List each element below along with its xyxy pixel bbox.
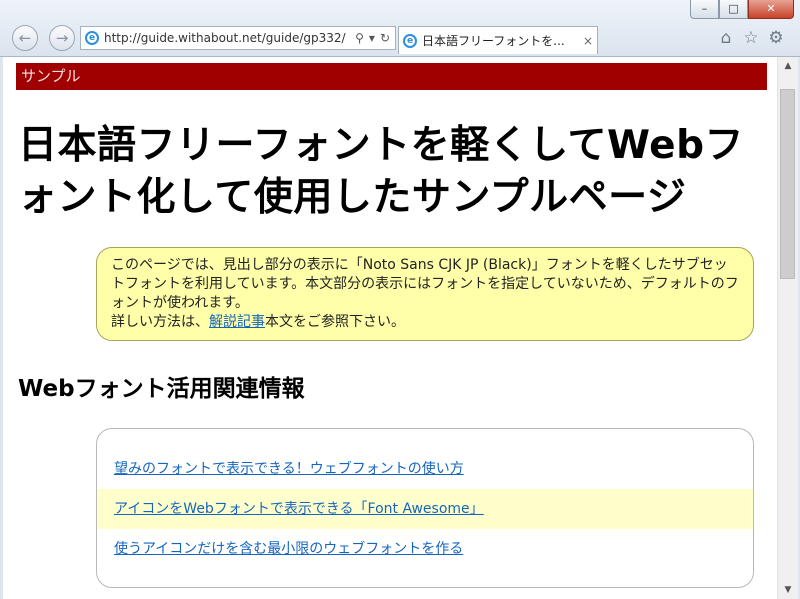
back-arrow-icon: ← xyxy=(18,29,32,47)
window-controls: – □ ✕ xyxy=(690,0,794,19)
maximize-button[interactable]: □ xyxy=(719,0,748,19)
address-bar[interactable]: e http://guide.withabout.net/guide/gp332… xyxy=(80,26,396,50)
scroll-down-arrow-icon[interactable]: ▼ xyxy=(778,581,798,599)
settings-gear-icon[interactable]: ⚙ xyxy=(766,28,786,48)
note-suffix: 本文をご参照下さい。 xyxy=(265,314,405,330)
vertical-scrollbar[interactable]: ▲ ▼ xyxy=(777,57,798,599)
list-item: 使うアイコンだけを含む最小限のウェブフォントを作る xyxy=(97,529,753,569)
address-url[interactable]: http://guide.withabout.net/guide/gp332/ xyxy=(104,31,355,45)
page-viewport: サンプル 日本語フリーフォントを軽くしてWebフォント化して使用したサンプルペー… xyxy=(3,57,777,599)
tab-title[interactable]: 日本語フリーフォントを... xyxy=(422,32,579,49)
close-button[interactable]: ✕ xyxy=(748,0,794,19)
forward-arrow-icon: → xyxy=(55,29,69,47)
list-item: アイコンをWebフォントで表示できる「Font Awesome」 xyxy=(97,489,753,529)
related-link-1[interactable]: 望みのフォントで表示できる！ウェブフォントの使い方 xyxy=(114,461,464,477)
tab-close-icon[interactable]: × xyxy=(579,34,597,48)
browser-tab-active[interactable]: e 日本語フリーフォントを... × xyxy=(398,26,598,54)
article-link[interactable]: 解説記事 xyxy=(209,314,265,330)
ie-page-icon: e xyxy=(85,31,99,45)
tab-ie-icon: e xyxy=(403,33,417,48)
browser-toolbar: – □ ✕ ← → e http://guide.withabout.net/g… xyxy=(0,0,800,57)
dropdown-icon[interactable]: ▾ xyxy=(369,31,375,45)
minimize-button[interactable]: – xyxy=(690,0,719,19)
list-item: 望みのフォントで表示できる！ウェブフォントの使い方 xyxy=(97,449,753,489)
refresh-icon[interactable]: ↻ xyxy=(380,31,390,45)
related-links-box: 望みのフォントで表示できる！ウェブフォントの使い方 アイコンをWebフォントで表… xyxy=(96,428,754,588)
search-icon[interactable]: ⚲ xyxy=(355,31,364,45)
sample-banner: サンプル xyxy=(16,63,767,90)
section-heading: Webフォント活用関連情報 xyxy=(18,376,305,402)
scrollbar-thumb[interactable] xyxy=(780,89,795,279)
favorites-star-icon[interactable]: ☆ xyxy=(741,28,761,48)
back-button[interactable]: ← xyxy=(12,25,38,51)
home-icon[interactable]: ⌂ xyxy=(716,28,736,48)
forward-button[interactable]: → xyxy=(49,25,75,51)
note-prefix: 詳しい方法は、 xyxy=(111,314,209,330)
note-text: このページでは、見出し部分の表示に「Noto Sans CJK JP (Blac… xyxy=(111,257,739,311)
related-link-3[interactable]: 使うアイコンだけを含む最小限のウェブフォントを作る xyxy=(114,541,463,557)
info-note-box: このページでは、見出し部分の表示に「Noto Sans CJK JP (Blac… xyxy=(96,247,754,341)
page-title: 日本語フリーフォントを軽くしてWebフォント化して使用したサンプルページ xyxy=(18,123,744,220)
scroll-up-arrow-icon[interactable]: ▲ xyxy=(778,57,798,75)
related-link-2[interactable]: アイコンをWebフォントで表示できる「Font Awesome」 xyxy=(114,501,484,517)
